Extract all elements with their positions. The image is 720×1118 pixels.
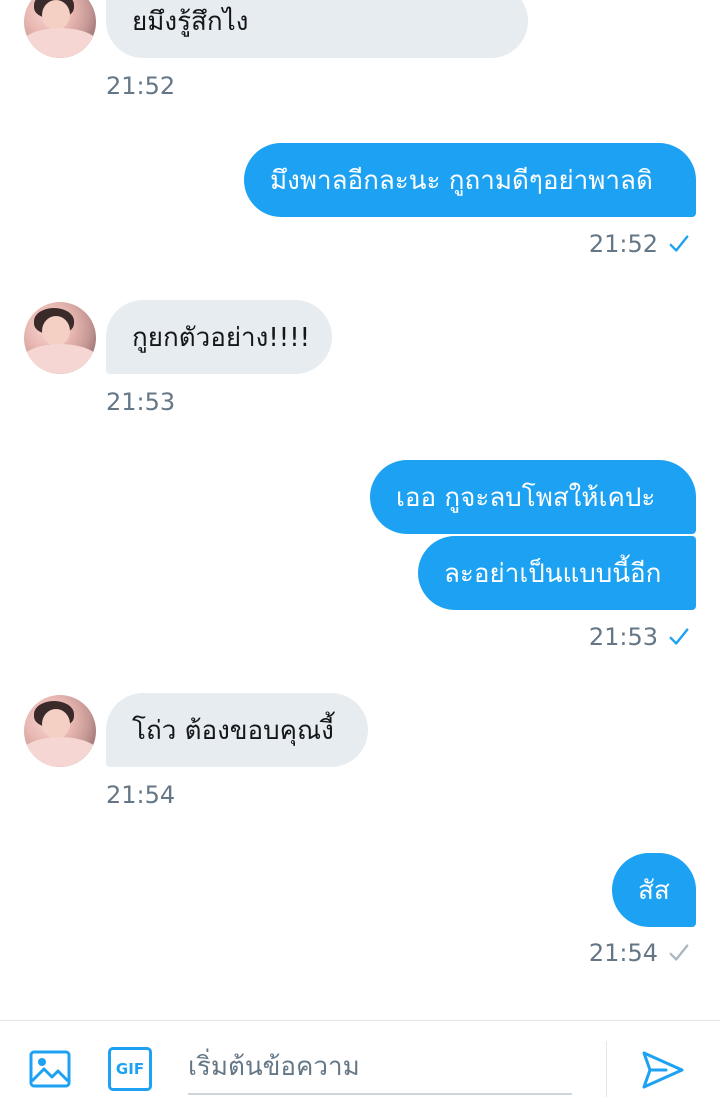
message-timestamp: 21:53 <box>588 623 658 651</box>
gif-icon[interactable]: GIF <box>108 1047 152 1091</box>
read-check-icon <box>669 628 689 645</box>
message-timestamp: 21:53 <box>106 388 176 416</box>
contact-avatar[interactable] <box>24 302 96 374</box>
gif-label: GIF <box>115 1060 145 1078</box>
send-icon[interactable] <box>640 1047 686 1093</box>
message-bubble-outgoing[interactable]: มึงพาลอีกละนะ กูถามดีๆอย่าพาลดิ <box>244 143 696 217</box>
message-bubble-outgoing[interactable]: สัส <box>612 853 696 927</box>
message-timestamp: 21:54 <box>588 939 658 967</box>
message-input[interactable] <box>188 1041 572 1095</box>
contact-avatar[interactable] <box>24 695 96 767</box>
message-text: ยมึงรู้สึกไง <box>132 6 249 37</box>
contact-avatar[interactable] <box>24 0 96 58</box>
message-bubble-incoming[interactable]: ยมึงรู้สึกไง <box>106 0 528 58</box>
message-timestamp: 21:54 <box>106 781 176 809</box>
message-timestamp: 21:52 <box>588 230 658 258</box>
message-status: 21:53 <box>589 623 690 651</box>
message-text: กูยกตัวอย่าง!!!! <box>132 322 311 353</box>
composer-divider <box>606 1041 607 1097</box>
message-status: 21:54 <box>589 939 690 967</box>
message-timestamp: 21:52 <box>106 72 176 100</box>
message-text: สัส <box>638 875 670 906</box>
message-text: มึงพาลอีกละนะ กูถามดีๆอย่าพาลดิ <box>270 165 653 196</box>
message-text: เออ กูจะลบโพสให้เคปะ <box>396 482 656 513</box>
message-text: โถ่ว ต้องขอบคุณงี้ <box>132 715 334 746</box>
message-bubble-incoming[interactable]: โถ่ว ต้องขอบคุณงี้ <box>106 693 368 767</box>
message-bubble-outgoing[interactable]: เออ กูจะลบโพสให้เคปะ <box>370 460 696 534</box>
message-text: ละอย่าเป็นแบบนี้อีก <box>444 558 662 589</box>
sent-check-icon <box>669 944 689 961</box>
message-composer: GIF <box>0 1020 720 1118</box>
message-status: 21:52 <box>589 230 690 258</box>
message-bubble-outgoing[interactable]: ละอย่าเป็นแบบนี้อีก <box>418 536 696 610</box>
image-icon[interactable] <box>28 1047 72 1091</box>
message-bubble-incoming[interactable]: กูยกตัวอย่าง!!!! <box>106 300 332 374</box>
read-check-icon <box>669 235 689 252</box>
